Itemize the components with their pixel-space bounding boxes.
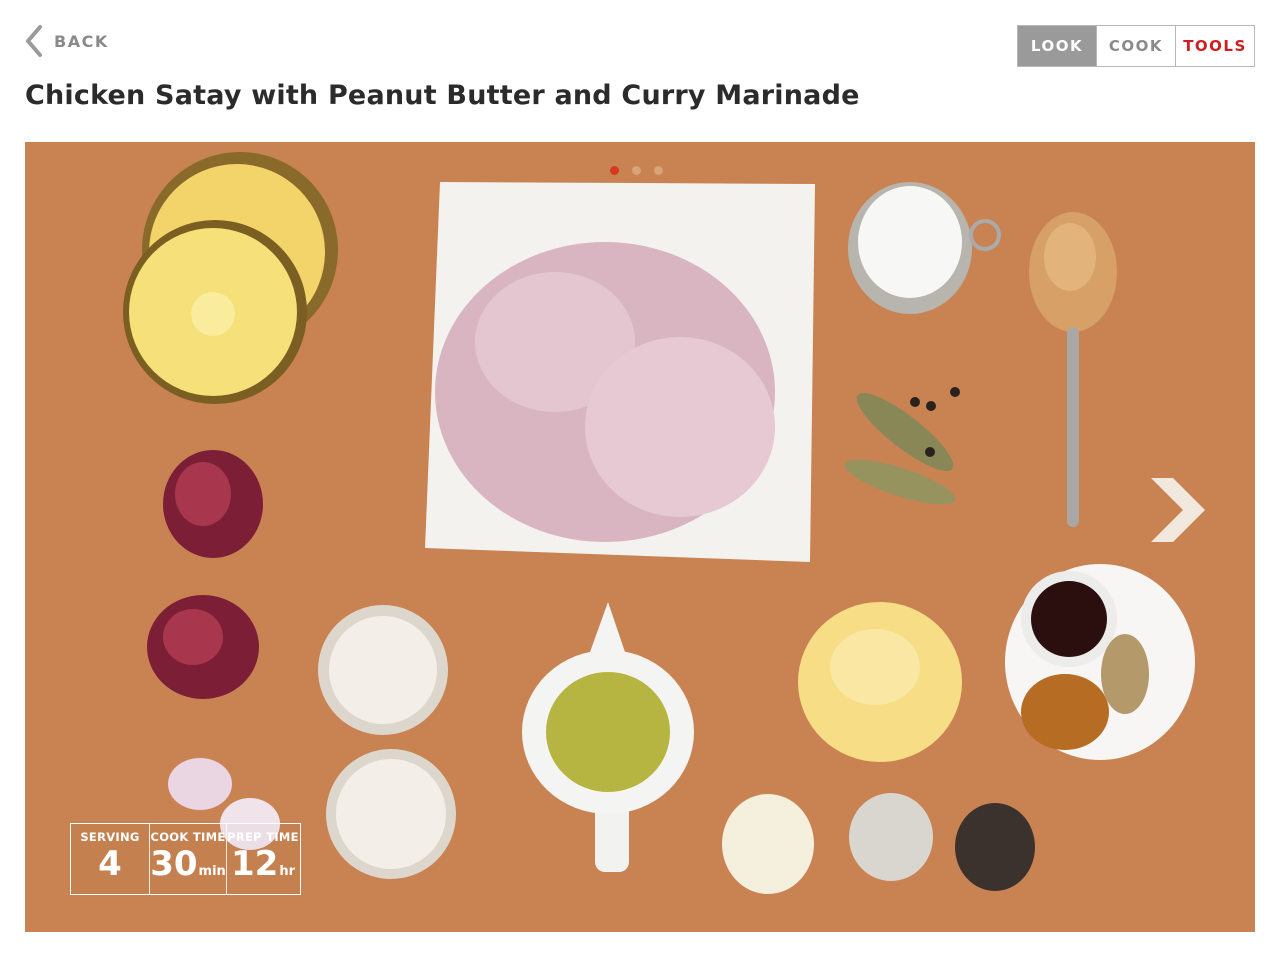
onion-half [722,794,814,894]
view-tabs: LOOK COOK TOOLS [1017,25,1255,67]
ingredients-photo: SERVING 4 COOK TIME 30 min PREP TIME 12 … [25,142,1255,932]
raw-chicken [425,182,815,562]
serving-stat: SERVING 4 [71,824,149,894]
carousel-dot-3[interactable] [654,166,663,175]
serving-value: 4 [98,844,122,884]
serving-label: SERVING [80,830,140,844]
recipe-stats: SERVING 4 COOK TIME 30 min PREP TIME 12 … [70,823,301,895]
chevron-left-icon [26,25,42,57]
prep-time-label: PREP TIME [227,830,299,844]
chevron-right-icon [1151,478,1205,542]
tab-tools[interactable]: TOOLS [1175,26,1254,66]
carousel-dots [610,166,663,175]
prep-time-unit: hr [279,864,295,879]
carousel-dot-2[interactable] [632,166,641,175]
tab-cook[interactable]: COOK [1096,26,1175,66]
recipe-title: Chicken Satay with Peanut Butter and Cur… [25,80,860,111]
cook-time-unit: min [198,864,226,879]
carousel-dot-1[interactable] [610,166,619,175]
spice-dish [1005,564,1195,760]
cook-time-stat: COOK TIME 30 min [149,824,226,894]
next-slide-button[interactable] [1143,470,1213,550]
back-button[interactable]: BACK [24,24,109,58]
ingredients-illustration [25,142,1255,932]
cook-time-value: 30 [150,844,198,884]
butter [798,602,962,762]
tab-look[interactable]: LOOK [1018,26,1096,66]
cook-time-label: COOK TIME [150,830,226,844]
prep-time-value: 12 [231,844,279,884]
prep-time-stat: PREP TIME 12 hr [226,824,299,894]
back-label: BACK [54,31,109,51]
